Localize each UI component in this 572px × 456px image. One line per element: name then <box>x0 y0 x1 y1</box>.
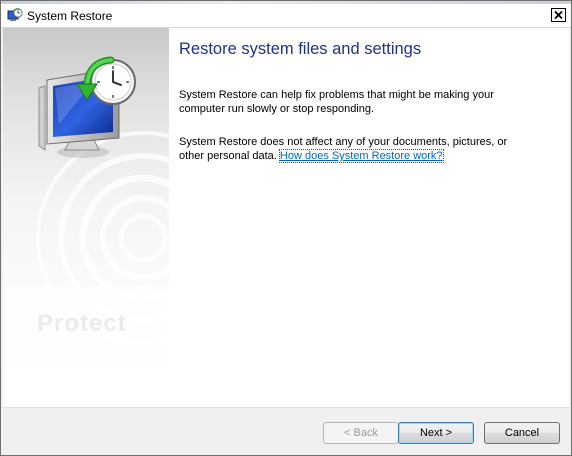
system-restore-hero-icon <box>38 56 136 158</box>
next-button[interactable]: Next > <box>398 422 474 444</box>
system-restore-window: System Restore Protect Restore system fi… <box>0 0 572 456</box>
wizard-side-panel: Protect <box>3 28 169 407</box>
wizard-content: Protect Restore system files and setting… <box>3 28 569 407</box>
page-heading: Restore system files and settings <box>179 40 422 58</box>
button-bar: < Back Next > Cancel <box>3 407 569 455</box>
title-bar[interactable]: System Restore <box>1 4 571 28</box>
cancel-button[interactable]: Cancel <box>484 422 560 444</box>
intro-paragraph: System Restore can help fix problems tha… <box>179 89 494 115</box>
close-button[interactable] <box>551 8 566 22</box>
watermark-text: Protect <box>37 310 127 337</box>
system-restore-icon <box>7 8 23 23</box>
window-title: System Restore <box>27 9 113 23</box>
back-button[interactable]: < Back <box>323 422 399 444</box>
info-paragraph: System Restore does not affect any of yo… <box>179 135 529 163</box>
close-icon <box>554 11 563 19</box>
help-link[interactable]: How does System Restore work? <box>278 149 444 163</box>
